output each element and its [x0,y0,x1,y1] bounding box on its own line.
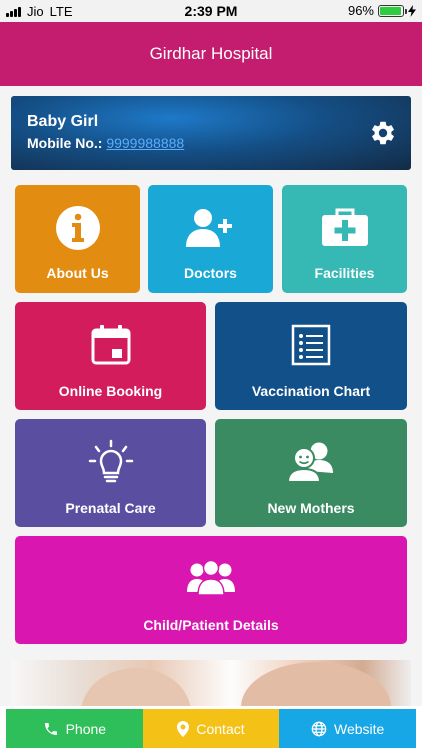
battery-icon [378,4,407,17]
child-patient-details-label: Child/Patient Details [143,617,279,633]
doctors-label: Doctors [184,265,237,281]
medical-bag-icon [321,208,368,246]
page-title: Girdhar Hospital [149,44,273,63]
facilities-tile[interactable]: Facilities [282,185,407,293]
group-icon [187,560,235,596]
prenatal-care-label: Prenatal Care [65,500,156,516]
online-booking-tile[interactable]: Online Booking [15,302,206,410]
mobile-number-link[interactable]: 9999988888 [106,135,184,151]
phone-icon [44,722,57,735]
calendar-icon [91,325,130,365]
phone-button[interactable]: Phone [6,709,143,748]
status-bar: Jio LTE 2:39 PM 96% [0,0,422,22]
online-booking-label: Online Booking [58,383,163,399]
child-patient-details-tile[interactable]: Child/Patient Details [15,536,407,644]
about-us-tile[interactable]: About Us [15,185,140,293]
about-us-label: About Us [46,265,109,281]
bottom-action-bar: Phone Contact Website [0,706,422,750]
banner-photo [11,660,411,706]
charging-icon [408,4,416,17]
phone-label: Phone [65,720,107,737]
new-mothers-label: New Mothers [267,500,355,516]
profile-mobile: Mobile No.: 9999988888 [27,135,184,151]
contact-button[interactable]: Contact [142,709,280,748]
doctors-tile[interactable]: Doctors [148,185,273,293]
prenatal-care-tile[interactable]: Prenatal Care [15,419,206,527]
baby-photo [81,668,191,706]
add-user-icon [185,209,232,247]
contact-label: Contact [196,720,245,737]
checklist-icon [291,324,331,366]
location-pin-icon [177,720,190,737]
globe-icon [311,721,327,736]
website-label: Website [334,720,385,737]
battery-percent: 96% [347,3,374,18]
facilities-label: Facilities [314,265,375,281]
gear-icon[interactable] [369,119,397,147]
app-header: Girdhar Hospital [0,22,422,86]
people-icon [287,442,333,483]
website-button[interactable]: Website [279,709,417,748]
profile-name: Baby Girl [27,113,99,130]
vaccination-chart-tile[interactable]: Vaccination Chart [215,302,407,410]
vaccination-chart-label: Vaccination Chart [251,383,371,399]
mobile-label: Mobile No.: [27,135,103,151]
lightbulb-icon [88,439,133,483]
info-icon [55,206,100,250]
status-right: 96% [348,3,416,18]
new-mothers-tile[interactable]: New Mothers [215,419,407,527]
profile-card[interactable]: Baby Girl Mobile No.: 9999988888 [11,96,411,170]
mother-photo [241,662,391,706]
